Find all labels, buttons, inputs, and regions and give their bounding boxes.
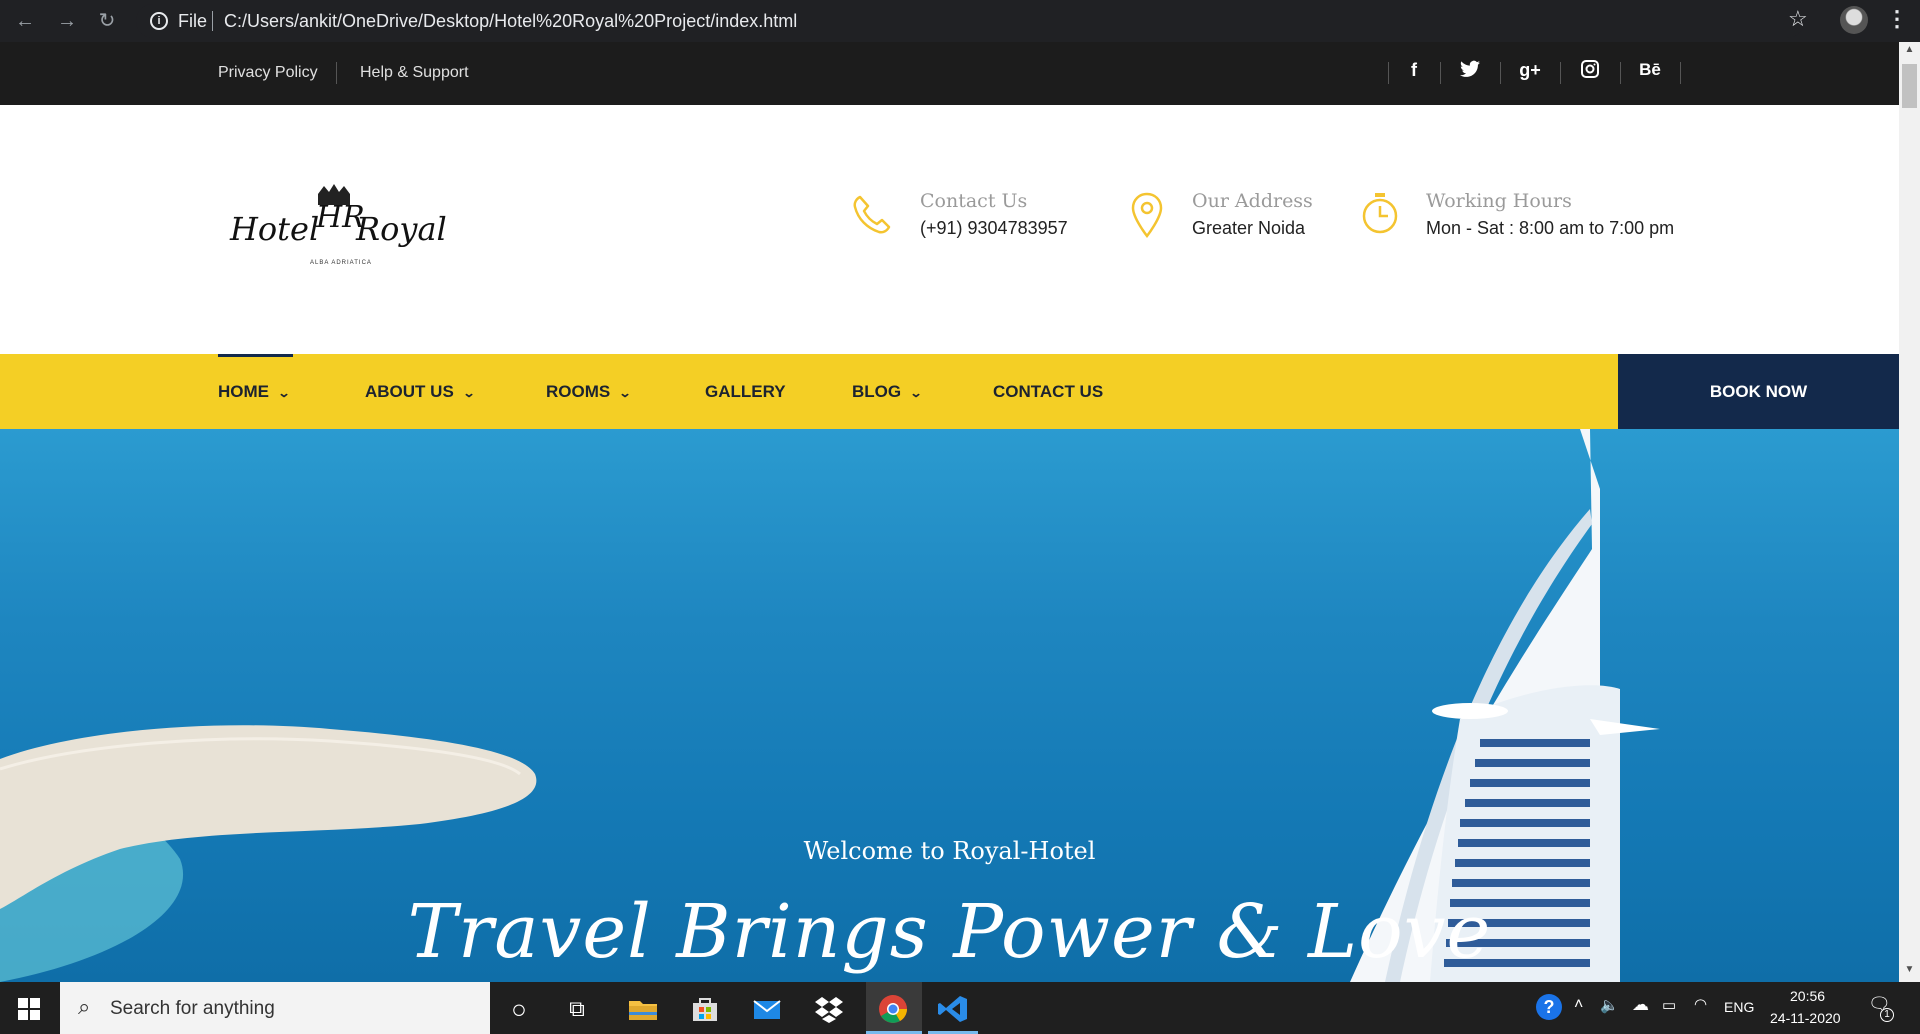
windows-start-icon[interactable]	[18, 998, 40, 1020]
menu-kebab-icon[interactable]: ⋮	[1886, 6, 1908, 32]
microsoft-store-icon[interactable]	[688, 992, 722, 1026]
divider	[212, 11, 213, 31]
mail-icon[interactable]	[750, 992, 784, 1026]
address-info: Our Address Greater Noida	[1192, 190, 1313, 239]
hours-label: Working Hours	[1426, 190, 1572, 212]
hero-welcome-text: Welcome to Royal-Hotel	[803, 837, 1096, 865]
hotel-royal-logo[interactable]: Hotel HR Royal ALBA ADRIATICA	[218, 180, 458, 280]
vscode-icon[interactable]	[936, 992, 970, 1026]
clock-time[interactable]: 20:56	[1790, 988, 1825, 1004]
divider	[1388, 62, 1389, 84]
file-label: File	[178, 11, 208, 31]
twitter-bird-icon	[1460, 60, 1480, 77]
main-nav: HOME ⌄ ABOUT US ⌄ ROOMS ⌄ GALLERY BLOG ⌄ CON…	[0, 354, 1899, 429]
chevron-down-icon: ⌄	[462, 386, 476, 400]
wifi-icon[interactable]: ◠	[1694, 995, 1707, 1013]
scroll-down-arrow-icon[interactable]: ▼	[1899, 964, 1920, 980]
taskbar-search-box[interactable]: ⌕ Search for anything	[60, 982, 490, 1034]
volume-icon[interactable]: 🔈	[1600, 996, 1619, 1014]
nav-rooms-label: ROOMS	[546, 382, 611, 401]
privacy-policy-link[interactable]: Privacy Policy	[218, 64, 318, 82]
divider	[1560, 62, 1561, 84]
twitter-icon[interactable]	[1452, 60, 1488, 86]
nav-rooms[interactable]: ROOMS ⌄	[546, 354, 632, 429]
taskbar-search-placeholder: Search for anything	[110, 998, 275, 1019]
nav-blog-label: BLOG	[852, 382, 902, 401]
scroll-thumb[interactable]	[1902, 64, 1917, 108]
task-view-icon[interactable]: ⧉	[560, 992, 594, 1026]
site-header: Hotel HR Royal ALBA ADRIATICA Contact Us…	[0, 105, 1899, 355]
onedrive-cloud-icon[interactable]: ☁	[1632, 995, 1649, 1015]
battery-icon[interactable]: ▭	[1662, 996, 1676, 1014]
contact-label: Contact Us	[920, 190, 1028, 212]
profile-avatar[interactable]	[1840, 6, 1868, 34]
nav-about-label: ABOUT US	[365, 382, 454, 401]
cortana-icon[interactable]: ○	[502, 992, 536, 1026]
logo-text-royal: Royal	[356, 210, 447, 248]
forward-icon[interactable]: →	[52, 6, 82, 36]
contact-phone[interactable]: (+91) 9304783957	[920, 218, 1068, 239]
active-nav-indicator	[218, 354, 293, 357]
logo-tagline: ALBA ADRIATICA	[310, 260, 372, 266]
nav-gallery-label: GALLERY	[705, 382, 786, 401]
file-explorer-icon[interactable]	[626, 992, 660, 1026]
bookmark-star-icon[interactable]: ☆	[1788, 6, 1808, 32]
chevron-down-icon: ⌄	[909, 386, 923, 400]
search-icon: ⌕	[78, 994, 91, 1019]
location-pin-icon	[1131, 192, 1163, 239]
behance-icon[interactable]: Bē	[1632, 60, 1668, 86]
address-value: Greater Noida	[1192, 218, 1306, 238]
reload-icon[interactable]: ↻	[92, 6, 122, 36]
help-support-link[interactable]: Help & Support	[360, 64, 469, 82]
nav-home-label: HOME	[218, 382, 269, 401]
facebook-icon[interactable]: f	[1396, 60, 1432, 86]
nav-contact-us[interactable]: CONTACT US	[993, 354, 1103, 429]
nav-gallery[interactable]: GALLERY	[705, 354, 786, 429]
language-indicator[interactable]: ENG	[1724, 999, 1754, 1015]
page-scrollbar[interactable]: ▲ ▼	[1899, 42, 1920, 982]
contact-info: Contact Us (+91) 9304783957	[920, 190, 1068, 239]
browser-toolbar: ← → ↻ i File C:/Users/ankit/OneDrive/Des…	[0, 0, 1920, 42]
dropbox-icon[interactable]	[812, 992, 846, 1026]
instagram-icon[interactable]	[1572, 60, 1608, 86]
divider	[1620, 62, 1621, 84]
nav-contact-label: CONTACT US	[993, 382, 1104, 401]
back-icon[interactable]: ←	[10, 6, 40, 36]
help-icon[interactable]: ?	[1536, 994, 1562, 1020]
book-now-button[interactable]: BOOK NOW	[1618, 354, 1899, 429]
clock-date[interactable]: 24-11-2020	[1770, 1010, 1841, 1026]
nav-home[interactable]: HOME ⌄	[218, 354, 291, 429]
instagram-camera-icon	[1581, 60, 1599, 78]
chevron-down-icon: ⌄	[277, 386, 291, 400]
nav-about-us[interactable]: ABOUT US ⌄	[365, 354, 476, 429]
nav-blog[interactable]: BLOG ⌄	[852, 354, 923, 429]
phone-icon	[853, 195, 891, 234]
divider	[1680, 62, 1681, 84]
hero-banner: Welcome to Royal-Hotel Travel Brings Pow…	[0, 429, 1899, 982]
chevron-up-icon[interactable]: ˄	[1574, 996, 1583, 1014]
info-icon[interactable]: i	[150, 12, 168, 30]
chrome-icon[interactable]	[876, 992, 910, 1026]
hours-value: Mon - Sat : 8:00 am to 7:00 pm	[1426, 218, 1675, 238]
address-bar[interactable]: i File C:/Users/ankit/OneDrive/Desktop/H…	[136, 4, 1804, 38]
clock-icon	[1362, 193, 1398, 234]
divider	[336, 62, 337, 84]
url-text[interactable]: C:/Users/ankit/OneDrive/Desktop/Hotel%20…	[224, 11, 797, 32]
notification-count-badge: 1	[1880, 1008, 1894, 1022]
windows-taskbar: ⌕ Search for anything ○ ⧉ ? ˄ 🔈 ☁ ▭ ◠ EN…	[0, 982, 1920, 1034]
chevron-down-icon: ⌄	[618, 386, 632, 400]
address-label: Our Address	[1192, 190, 1313, 212]
top-bar: Privacy Policy Help & Support f g+ Bē	[0, 42, 1899, 105]
scroll-up-arrow-icon[interactable]: ▲	[1899, 44, 1920, 60]
divider	[1440, 62, 1441, 84]
hours-info: Working Hours Mon - Sat : 8:00 am to 7:0…	[1426, 190, 1674, 239]
hero-tagline: Travel Brings Power & Love	[407, 889, 1492, 975]
google-plus-icon[interactable]: g+	[1512, 60, 1548, 86]
divider	[1500, 62, 1501, 84]
logo-text-hotel: Hotel	[230, 210, 320, 248]
